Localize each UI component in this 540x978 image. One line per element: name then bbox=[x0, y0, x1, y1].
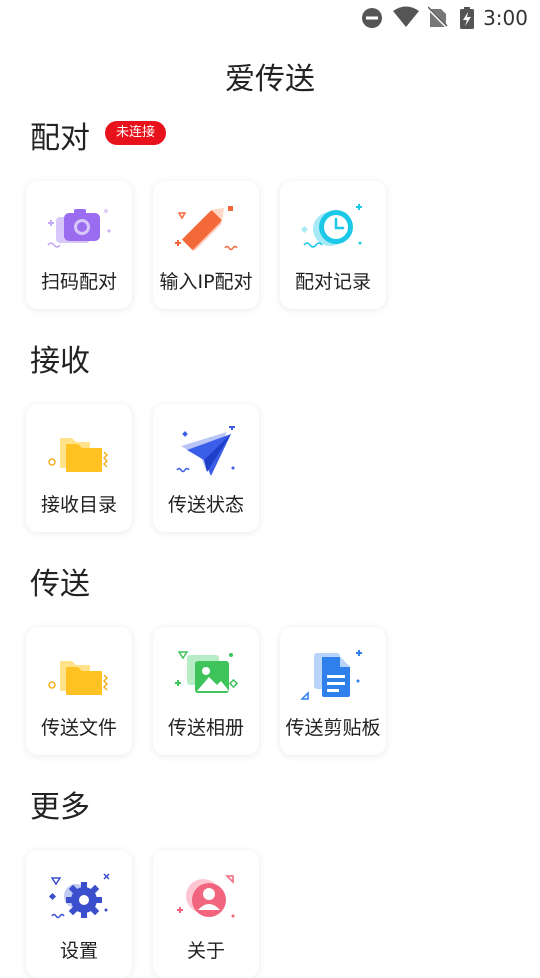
receive-folder-card[interactable]: 接收目录 bbox=[26, 404, 132, 532]
status-badge: 未连接 bbox=[105, 121, 167, 145]
image-icon bbox=[175, 651, 239, 693]
page-title: 爱传送 bbox=[225, 62, 315, 97]
ip-pair-label: 输入IP配对 bbox=[159, 271, 253, 293]
section-title-receive: 接收 bbox=[30, 344, 90, 379]
pencil-icon bbox=[175, 206, 238, 251]
settings-label: 设置 bbox=[59, 940, 98, 962]
transfer-status-label: 传送状态 bbox=[167, 494, 244, 516]
send-clipboard-card[interactable]: 传送剪贴板 bbox=[280, 627, 386, 755]
about-label: 关于 bbox=[186, 940, 225, 962]
clock-icon bbox=[300, 204, 362, 248]
send-file-card[interactable]: 传送文件 bbox=[26, 627, 132, 755]
scan-pair-label: 扫码配对 bbox=[40, 271, 117, 293]
camera-scan-icon bbox=[47, 209, 111, 248]
receive-folder-label: 接收目录 bbox=[40, 494, 117, 516]
wifi-icon bbox=[393, 6, 419, 27]
send-file-label: 传送文件 bbox=[40, 717, 117, 739]
paper-plane-icon bbox=[176, 426, 235, 476]
about-card[interactable]: 关于 bbox=[153, 850, 259, 978]
scan-pair-card[interactable]: 扫码配对 bbox=[26, 181, 132, 309]
clock-time: 3:00 bbox=[483, 6, 528, 30]
pair-history-label: 配对记录 bbox=[294, 271, 371, 293]
folder-icon bbox=[48, 438, 109, 472]
section-title-send: 传送 bbox=[30, 567, 90, 602]
battery-charging-icon bbox=[460, 7, 474, 29]
dnd-icon bbox=[362, 8, 382, 28]
settings-card[interactable]: 设置 bbox=[26, 850, 132, 978]
no-sim-icon bbox=[428, 6, 448, 28]
section-title-more: 更多 bbox=[30, 790, 90, 825]
document-icon bbox=[300, 650, 362, 700]
transfer-status-card[interactable]: 传送状态 bbox=[153, 404, 259, 532]
pair-history-card[interactable]: 配对记录 bbox=[280, 181, 386, 309]
ip-pair-card[interactable]: 输入IP配对 bbox=[153, 181, 259, 309]
status-bar: 3:00 bbox=[0, 0, 540, 36]
folder-icon bbox=[48, 661, 109, 695]
user-icon bbox=[177, 875, 235, 918]
send-clipboard-label: 传送剪贴板 bbox=[285, 717, 381, 739]
section-title-pair: 配对 bbox=[30, 121, 90, 156]
send-album-label: 传送相册 bbox=[167, 717, 244, 739]
send-album-card[interactable]: 传送相册 bbox=[153, 627, 259, 755]
gear-icon bbox=[48, 873, 110, 919]
